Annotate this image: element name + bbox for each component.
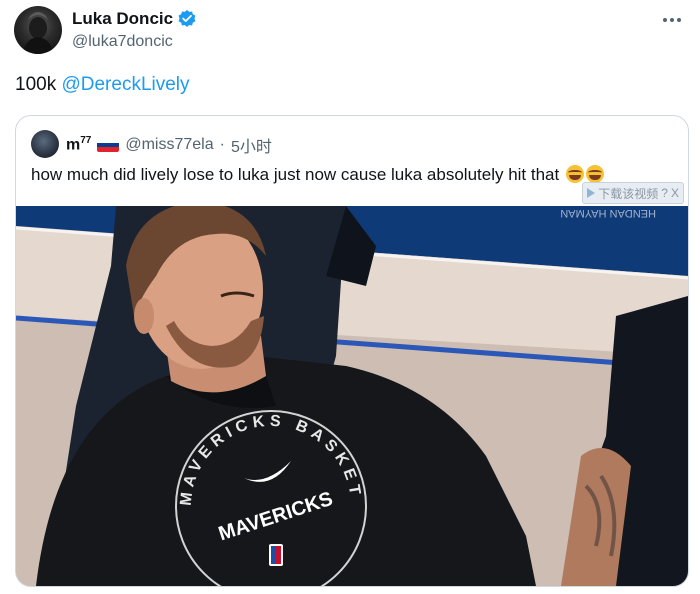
laughing-emoji-icon <box>585 165 604 183</box>
verified-badge-icon <box>177 9 197 29</box>
quoted-name-text: m <box>66 136 81 154</box>
author-avatar[interactable] <box>14 6 62 54</box>
download-video-button[interactable]: 下载该视频 <box>598 185 658 202</box>
author-display-name[interactable]: Luka Doncic <box>72 9 173 29</box>
dot-separator: · <box>219 136 225 153</box>
author-handle[interactable]: @luka7doncic <box>72 33 173 51</box>
video-download-bar[interactable]: 下载该视频 ? X <box>582 182 684 204</box>
quoted-handle[interactable]: @miss77ela <box>125 136 213 154</box>
more-options-icon[interactable] <box>660 10 684 30</box>
quoted-tweet[interactable]: m77 @miss77ela · 5小时 how much did lively… <box>15 115 689 587</box>
tweet-text: 100k @DereckLively <box>15 74 190 96</box>
laughing-emoji-icon <box>565 165 584 183</box>
video-media[interactable]: HENDAN HAYMAN MAVERICKS BASKET MAVERICKS <box>16 206 688 586</box>
banner-text: HENDAN HAYMAN <box>560 207 656 219</box>
quoted-text-body: how much did lively lose to luka just no… <box>31 165 560 184</box>
mention-link[interactable]: @DereckLively <box>61 74 189 95</box>
slovenia-flag-icon <box>97 138 120 152</box>
quoted-avatar[interactable] <box>31 130 59 158</box>
quoted-text: how much did lively lose to luka just no… <box>31 165 604 185</box>
close-overlay-button[interactable]: X <box>671 186 679 200</box>
quoted-display-name[interactable]: m77 <box>66 135 91 154</box>
quoted-timestamp[interactable]: 5小时 <box>231 133 272 157</box>
tweet-text-prefix: 100k <box>15 74 62 95</box>
quoted-name-sup: 77 <box>80 135 92 147</box>
help-button[interactable]: ? <box>661 186 668 200</box>
play-icon[interactable] <box>587 188 596 198</box>
